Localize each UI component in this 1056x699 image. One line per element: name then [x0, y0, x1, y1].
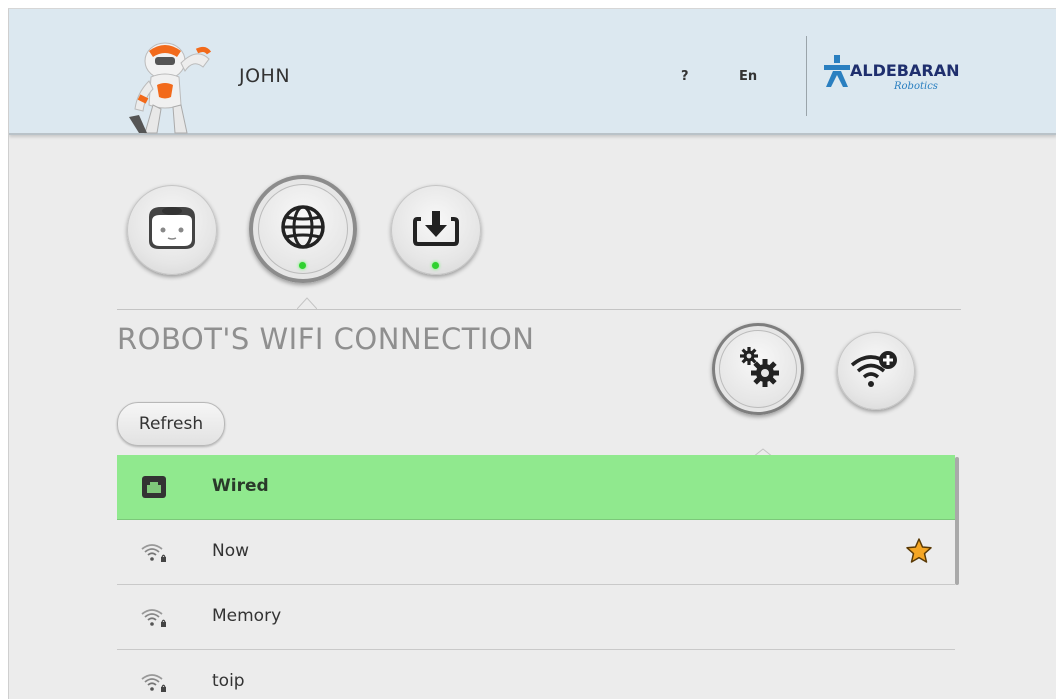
- status-dot-icon: [432, 262, 439, 269]
- add-network-button[interactable]: [837, 332, 915, 410]
- update-button[interactable]: [391, 185, 481, 275]
- robot-face-icon: [149, 207, 195, 249]
- gears-icon: [740, 347, 779, 387]
- refresh-button[interactable]: Refresh: [117, 402, 225, 446]
- network-name: Memory: [212, 606, 282, 626]
- wifi-lock-icon: [141, 544, 166, 562]
- ethernet-icon: [142, 476, 166, 498]
- network-row-wired[interactable]: Wired: [117, 455, 955, 520]
- page-title: ROBOT'S WIFI CONNECTION: [117, 322, 535, 356]
- brand-subtitle: Robotics: [894, 81, 938, 92]
- help-link[interactable]: ?: [681, 69, 689, 84]
- header-divider: [806, 36, 807, 116]
- network-row[interactable]: Now: [117, 520, 955, 585]
- nao-robot-icon: [129, 42, 212, 134]
- wifi-settings-button[interactable]: [712, 323, 804, 415]
- network-name: Wired: [212, 476, 269, 496]
- favorite-star-icon[interactable]: [905, 537, 933, 565]
- wifi-lock-icon: [141, 674, 166, 692]
- app-window: JOHN ? En ALDEBARAN Robotics ROBOT'S WIF…: [8, 8, 1056, 699]
- header-bar: JOHN ? En ALDEBARAN Robotics: [9, 9, 1056, 135]
- user-name: JOHN: [239, 65, 291, 87]
- section-divider: [117, 309, 961, 310]
- network-settings-button[interactable]: [249, 175, 357, 283]
- brand-logo: ALDEBARAN Robotics: [824, 55, 974, 105]
- divider-pointer: [297, 297, 317, 310]
- wifi-lock-icon: [141, 609, 166, 627]
- network-name: Now: [212, 541, 250, 561]
- list-scrollbar[interactable]: [955, 457, 959, 585]
- language-selector[interactable]: En: [739, 69, 757, 84]
- status-dot-icon: [299, 262, 306, 269]
- brand-name: ALDEBARAN: [850, 61, 960, 80]
- robot-settings-button[interactable]: [127, 185, 217, 275]
- network-row[interactable]: toip: [117, 650, 955, 699]
- aldebaran-logo-icon: [824, 55, 850, 87]
- network-name: toip: [212, 671, 245, 691]
- network-list: Wired Now Memory toip: [117, 455, 961, 699]
- network-row[interactable]: Memory: [117, 585, 955, 650]
- wifi-add-icon: [850, 351, 897, 387]
